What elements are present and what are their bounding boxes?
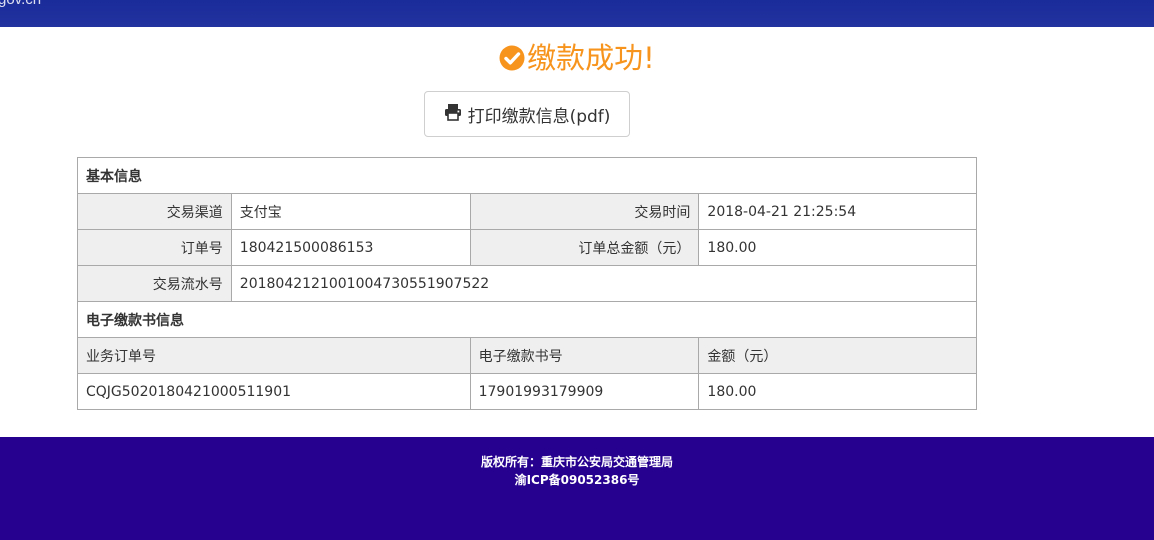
- business-order-cell: CQJG5020180421000511901: [77, 373, 471, 410]
- printer-icon: [444, 103, 462, 126]
- payment-info-table: 基本信息 交易渠道 支付宝 交易时间 2018-04-21 21:25:54 订…: [77, 157, 978, 410]
- footer-icp: 渝ICP备09052386号: [514, 473, 640, 487]
- check-circle-icon: [499, 41, 525, 81]
- order-number-label: 订单号: [77, 229, 232, 266]
- order-total-value: 180.00: [698, 229, 977, 266]
- column-header-business-order: 业务订单号: [77, 337, 471, 374]
- transaction-serial-label: 交易流水号: [77, 265, 232, 302]
- transaction-time-value: 2018-04-21 21:25:54: [698, 193, 977, 230]
- success-title-text: 缴款成功!: [527, 41, 655, 75]
- print-button-label: 打印缴款信息(pdf): [467, 106, 611, 127]
- table-row: CQJG5020180421000511901 17901993179909 1…: [77, 373, 977, 410]
- column-header-amount: 金额（元）: [698, 337, 977, 374]
- column-header-e-payment-no: 电子缴款书号: [469, 337, 700, 374]
- footer: 版权所有：重庆市公安局交通管理局 渝ICP备09052386号: [0, 437, 1154, 540]
- e-payment-section-title: 电子缴款书信息: [77, 301, 977, 338]
- e-payment-header-row: 业务订单号 电子缴款书号 金额（元）: [77, 337, 977, 374]
- footer-copyright: 版权所有：重庆市公安局交通管理局: [480, 455, 673, 469]
- top-bar: gov.cn: [0, 0, 1154, 27]
- payment-success-heading: 缴款成功!: [0, 38, 1154, 81]
- transaction-channel-value: 支付宝: [230, 193, 471, 230]
- transaction-time-label: 交易时间: [469, 193, 700, 230]
- site-domain-text: gov.cn: [0, 0, 41, 8]
- order-total-label: 订单总金额（元）: [469, 229, 700, 266]
- transaction-channel-label: 交易渠道: [77, 193, 232, 230]
- transaction-serial-value: 2018042121001004730551907522: [230, 265, 978, 302]
- amount-cell: 180.00: [698, 373, 977, 410]
- order-number-value: 180421500086153: [230, 229, 471, 266]
- basic-info-section-title: 基本信息: [77, 157, 977, 194]
- print-payment-info-button[interactable]: 打印缴款信息(pdf): [424, 91, 630, 137]
- e-payment-no-cell: 17901993179909: [469, 373, 700, 410]
